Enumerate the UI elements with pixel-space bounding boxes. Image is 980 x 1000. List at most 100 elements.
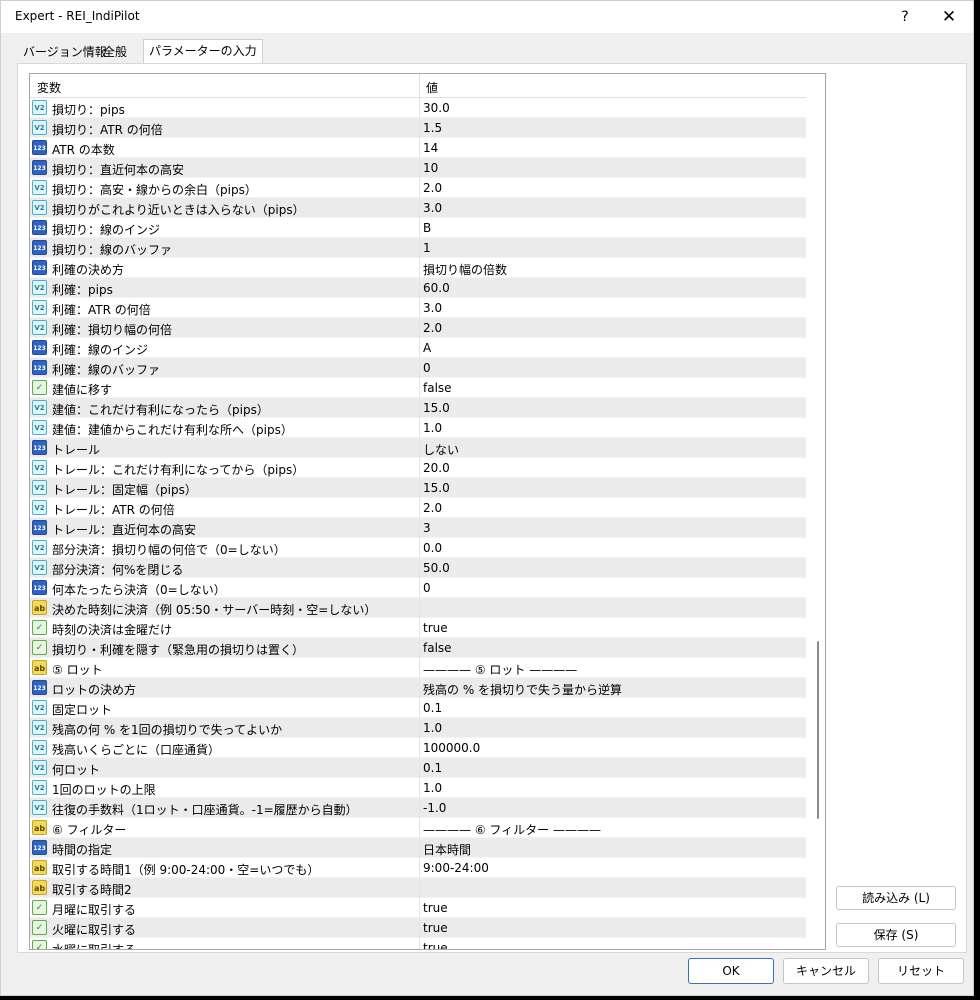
parameter-row[interactable]: 123 ロットの決め方 残高の % を損切りで失う量から逆算: [30, 678, 806, 698]
parameter-value[interactable]: true: [423, 941, 448, 949]
parameter-value[interactable]: true: [423, 621, 448, 635]
parameter-value[interactable]: false: [423, 381, 452, 395]
ok-button[interactable]: OK: [688, 958, 774, 984]
parameter-value[interactable]: A: [423, 341, 431, 355]
parameter-row[interactable]: ab 決めた時刻に決済（例 05:50・サーバー時刻・空=しない）: [30, 598, 806, 618]
parameter-row[interactable]: 123 利確：線のバッファ 0: [30, 358, 806, 378]
parameter-row[interactable]: ✓ 月曜に取引する true: [30, 898, 806, 918]
parameter-row[interactable]: 123 時間の指定 日本時間: [30, 838, 806, 858]
parameter-row[interactable]: ab 取引する時間1（例 9:00-24:00・空=いつでも） 9:00-24:00: [30, 858, 806, 878]
parameter-value[interactable]: 残高の % を損切りで失う量から逆算: [423, 681, 622, 698]
reset-button[interactable]: リセット: [878, 958, 964, 984]
parameter-value[interactable]: true: [423, 901, 448, 915]
parameter-row[interactable]: V2 利確：損切り幅の何倍 2.0: [30, 318, 806, 338]
parameter-value[interactable]: 20.0: [423, 461, 450, 475]
parameter-row[interactable]: V2 何ロット 0.1: [30, 758, 806, 778]
tab-input-parameters[interactable]: パラメーターの入力: [143, 39, 263, 64]
parameter-row[interactable]: 123 損切り：線のインジ B: [30, 218, 806, 238]
parameter-value[interactable]: B: [423, 221, 431, 235]
parameter-value[interactable]: 2.0: [423, 181, 442, 195]
parameter-value[interactable]: 3: [423, 521, 431, 535]
parameter-value[interactable]: 0.1: [423, 761, 442, 775]
parameter-row[interactable]: V2 損切り：高安・線からの余白（pips） 2.0: [30, 178, 806, 198]
parameter-value[interactable]: ———— ⑤ ロット ————: [423, 661, 577, 678]
parameter-value[interactable]: 9:00-24:00: [423, 861, 489, 875]
parameter-row[interactable]: ✓ 損切り・利確を隠す（緊急用の損切りは置く） false: [30, 638, 806, 658]
parameter-value[interactable]: 60.0: [423, 281, 450, 295]
parameter-row[interactable]: ab ⑥ フィルター ———— ⑥ フィルター ————: [30, 818, 806, 838]
parameter-row[interactable]: 123 損切り：直近何本の高安 10: [30, 158, 806, 178]
help-button[interactable]: ?: [891, 5, 919, 29]
scrollbar-thumb[interactable]: [817, 641, 819, 819]
parameter-row[interactable]: V2 固定ロット 0.1: [30, 698, 806, 718]
parameter-value[interactable]: しない: [423, 441, 459, 458]
double-type-icon: V2: [32, 800, 47, 815]
parameter-row[interactable]: V2 往復の手数料（1ロット・口座通貨。-1=履歴から自動） -1.0: [30, 798, 806, 818]
parameter-row[interactable]: 123 ATR の本数 14: [30, 138, 806, 158]
parameter-value[interactable]: false: [423, 641, 452, 655]
parameter-value[interactable]: 1.0: [423, 421, 442, 435]
parameter-row[interactable]: V2 部分決済：何%を閉じる 50.0: [30, 558, 806, 578]
parameter-row[interactable]: ✓ 時刻の決済は金曜だけ true: [30, 618, 806, 638]
parameter-value[interactable]: 損切り幅の倍数: [423, 261, 507, 278]
parameter-row[interactable]: V2 利確：ATR の何倍 3.0: [30, 298, 806, 318]
parameter-row[interactable]: V2 残高の何 % を1回の損切りで失ってよいか 1.0: [30, 718, 806, 738]
parameter-value[interactable]: 2.0: [423, 321, 442, 335]
column-header-variable[interactable]: 変数: [37, 79, 61, 96]
parameter-row[interactable]: 123 トレール：直近何本の高安 3: [30, 518, 806, 538]
parameter-value[interactable]: 15.0: [423, 401, 450, 415]
parameter-value[interactable]: 1.0: [423, 781, 442, 795]
parameter-row[interactable]: 123 利確の決め方 損切り幅の倍数: [30, 258, 806, 278]
parameter-value[interactable]: 0: [423, 581, 431, 595]
parameter-row[interactable]: 123 トレール しない: [30, 438, 806, 458]
parameter-value[interactable]: 30.0: [423, 101, 450, 115]
parameter-value[interactable]: 3.0: [423, 301, 442, 315]
parameter-row[interactable]: 123 何本たったら決済（0=しない） 0: [30, 578, 806, 598]
parameter-row[interactable]: ✓ 建値に移す false: [30, 378, 806, 398]
parameter-value[interactable]: 15.0: [423, 481, 450, 495]
tab-version-info[interactable]: バージョン情報: [19, 43, 111, 63]
integer-type-icon: 123: [32, 340, 47, 355]
parameter-row[interactable]: V2 利確：pips 60.0: [30, 278, 806, 298]
parameter-row[interactable]: V2 トレール：ATR の何倍 2.0: [30, 498, 806, 518]
parameter-value[interactable]: 1.5: [423, 121, 442, 135]
parameter-row[interactable]: 123 損切り：線のバッファ 1: [30, 238, 806, 258]
parameter-value[interactable]: 50.0: [423, 561, 450, 575]
parameter-value[interactable]: ———— ⑥ フィルター ————: [423, 821, 601, 838]
parameter-value[interactable]: 0.0: [423, 541, 442, 555]
save-button[interactable]: 保存 (S): [836, 923, 956, 947]
parameter-value[interactable]: 0: [423, 361, 431, 375]
parameter-row[interactable]: V2 建値：建値からこれだけ有利な所へ（pips） 1.0: [30, 418, 806, 438]
parameter-value[interactable]: true: [423, 921, 448, 935]
parameter-value[interactable]: 日本時間: [423, 841, 471, 858]
parameter-value[interactable]: -1.0: [423, 801, 446, 815]
parameter-row[interactable]: ab ⑤ ロット ———— ⑤ ロット ————: [30, 658, 806, 678]
parameter-row[interactable]: V2 損切り：pips 30.0: [30, 98, 806, 118]
parameter-value[interactable]: 14: [423, 141, 438, 155]
parameter-value[interactable]: 0.1: [423, 701, 442, 715]
vertical-scrollbar[interactable]: [807, 74, 825, 949]
parameter-row[interactable]: V2 損切り：ATR の何倍 1.5: [30, 118, 806, 138]
parameter-value[interactable]: 1.0: [423, 721, 442, 735]
parameter-row[interactable]: V2 トレール：これだけ有利になってから（pips） 20.0: [30, 458, 806, 478]
close-button[interactable]: ✕: [933, 5, 965, 29]
parameter-value[interactable]: 2.0: [423, 501, 442, 515]
parameter-row[interactable]: ab 取引する時間2: [30, 878, 806, 898]
parameter-row[interactable]: V2 部分決済：損切り幅の何倍で（0=しない） 0.0: [30, 538, 806, 558]
parameter-row[interactable]: V2 1回のロットの上限 1.0: [30, 778, 806, 798]
parameter-row[interactable]: ✓ 水曜に取引する true: [30, 938, 806, 949]
parameter-row[interactable]: V2 損切りがこれより近いときは入らない（pips） 3.0: [30, 198, 806, 218]
column-header-value[interactable]: 値: [426, 79, 438, 96]
cancel-button[interactable]: キャンセル: [783, 958, 869, 984]
parameter-row[interactable]: V2 トレール：固定幅（pips） 15.0: [30, 478, 806, 498]
parameter-row[interactable]: ✓ 火曜に取引する true: [30, 918, 806, 938]
parameter-value[interactable]: 10: [423, 161, 438, 175]
parameter-row[interactable]: V2 建値：これだけ有利になったら（pips） 15.0: [30, 398, 806, 418]
parameter-row[interactable]: V2 残高いくらごとに（口座通貨） 100000.0: [30, 738, 806, 758]
load-button[interactable]: 読み込み (L): [836, 886, 956, 910]
tab-general[interactable]: 全般: [99, 43, 131, 63]
parameter-value[interactable]: 1: [423, 241, 431, 255]
parameter-value[interactable]: 3.0: [423, 201, 442, 215]
parameter-value[interactable]: 100000.0: [423, 741, 480, 755]
parameter-row[interactable]: 123 利確：線のインジ A: [30, 338, 806, 358]
